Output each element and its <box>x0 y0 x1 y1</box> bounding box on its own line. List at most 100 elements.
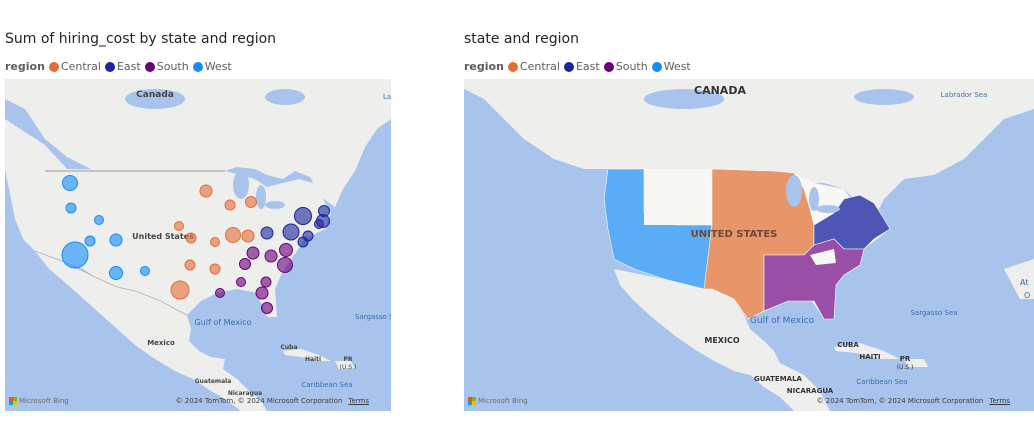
bubble-west[interactable] <box>65 202 77 214</box>
bubble-east[interactable] <box>260 226 274 240</box>
copyright: © 2024 TomTom, © 2024 Microsoft Corporat… <box>176 397 369 405</box>
bubble-east[interactable] <box>318 205 330 217</box>
bubble-west[interactable] <box>61 241 89 269</box>
legend-label: East <box>575 60 600 73</box>
bubble-central[interactable] <box>225 227 241 243</box>
legend-dot-icon <box>563 61 574 72</box>
legend-label: South <box>615 60 648 73</box>
microsoft-logo-icon <box>468 397 476 405</box>
pr-sub-label: (U.S.) <box>897 364 914 371</box>
usa-label: UNITED STATES <box>691 229 778 240</box>
sargasso-label: Sargasso Sea <box>910 309 957 317</box>
map-canvas[interactable]: CANADA Labrador Sea UNITED STATES Gulf of M… <box>464 79 1034 411</box>
bubble-map-visual[interactable]: Sum of hiring_cost by state and region r… <box>0 0 400 436</box>
bubble-central[interactable] <box>241 229 255 243</box>
caribbean-label: Caribbean Sea <box>856 378 907 386</box>
visual-title: state and region <box>464 31 579 47</box>
legend-dot-icon <box>48 61 59 72</box>
legend-item-west[interactable]: West <box>651 60 691 73</box>
copyright-text: © 2024 TomTom, © 2024 Microsoft Corporat… <box>175 397 343 405</box>
legend: region Central East South West <box>464 60 695 73</box>
usa-label: United States <box>132 232 194 241</box>
bubble-south[interactable] <box>215 288 225 298</box>
legend-label: South <box>156 60 189 73</box>
haiti-label: HAITI <box>859 353 880 361</box>
legend-label: East <box>116 60 141 73</box>
legend-label: Central <box>519 60 560 73</box>
canada-label: CANADA <box>694 84 746 97</box>
bubble-east[interactable] <box>302 230 314 242</box>
terms-link[interactable]: Terms <box>348 397 369 405</box>
microsoft-logo-icon <box>9 397 17 405</box>
bubble-central[interactable] <box>245 196 257 208</box>
bubble-east[interactable] <box>282 223 300 241</box>
terms-link[interactable]: Terms <box>989 397 1010 405</box>
copyright: © 2024 TomTom, © 2024 Microsoft Corporat… <box>817 397 1010 405</box>
mexico-label: MEXICO <box>704 336 739 345</box>
bubble-south[interactable] <box>260 276 272 288</box>
bing-attribution: Microsoft Bing <box>9 397 69 405</box>
guatemala-label: GUATEMALA <box>754 375 802 383</box>
legend-item-central[interactable]: Central <box>48 60 101 73</box>
legend-item-south[interactable]: South <box>144 60 189 73</box>
visual-title: Sum of hiring_cost by state and region <box>5 31 277 47</box>
filled-map-visual[interactable]: state and region region Central East Sou… <box>460 0 1034 436</box>
bing-attribution: Microsoft Bing <box>468 397 528 405</box>
bing-label: Microsoft Bing <box>19 397 69 405</box>
bubble-south[interactable] <box>239 258 251 270</box>
nicaragua-label: NICARAGUA <box>787 387 834 395</box>
legend-item-east[interactable]: East <box>563 60 600 73</box>
legend-label: Central <box>60 60 101 73</box>
legend-dot-icon <box>651 61 662 72</box>
bing-label: Microsoft Bing <box>478 397 528 405</box>
sargasso-label: Sargasso S <box>355 313 391 321</box>
bubble-west[interactable] <box>62 175 78 191</box>
legend-label: West <box>663 60 691 73</box>
map-canvas[interactable]: Canada La United States Gulf of Mexico Mexic… <box>5 79 391 411</box>
bubble-central[interactable] <box>184 259 196 271</box>
bubble-central[interactable] <box>170 280 190 300</box>
legend-dot-icon <box>603 61 614 72</box>
bubble-central[interactable] <box>174 221 184 231</box>
bubble-central[interactable] <box>199 184 213 198</box>
mexico-label: Mexico <box>147 339 175 347</box>
bubble-south[interactable] <box>264 249 278 263</box>
legend-label: West <box>204 60 232 73</box>
sea-label: La <box>383 93 391 101</box>
guatemala-label: Guatemala <box>195 378 232 385</box>
bubble-east[interactable] <box>314 219 324 229</box>
legend-dot-icon <box>144 61 155 72</box>
bubble-central[interactable] <box>185 232 197 244</box>
bubble-east[interactable] <box>294 207 312 225</box>
legend-dot-icon <box>507 61 518 72</box>
sea-label: At <box>1020 278 1028 287</box>
bubble-south[interactable] <box>236 277 246 287</box>
bubble-south[interactable] <box>277 257 293 273</box>
bubble-west[interactable] <box>84 235 96 247</box>
bubble-central[interactable] <box>209 263 221 275</box>
bubble-west[interactable] <box>94 215 104 225</box>
pr-label: PR <box>343 356 352 363</box>
bubble-south[interactable] <box>246 246 260 260</box>
copyright-text: © 2024 TomTom, © 2024 Microsoft Corporat… <box>816 397 984 405</box>
legend-item-central[interactable]: Central <box>507 60 560 73</box>
legend-item-east[interactable]: East <box>104 60 141 73</box>
bubble-central[interactable] <box>210 237 220 247</box>
legend-dot-icon <box>104 61 115 72</box>
legend-item-west[interactable]: West <box>192 60 232 73</box>
legend-item-south[interactable]: South <box>603 60 648 73</box>
bubble-south[interactable] <box>255 286 269 300</box>
bubble-west[interactable] <box>109 266 123 280</box>
gulf-label: Gulf of Mexico <box>750 316 815 326</box>
sea-label: O <box>1024 291 1030 300</box>
bubble-south[interactable] <box>279 243 293 257</box>
legend-title: region <box>464 60 504 73</box>
legend: region Central East South West <box>5 60 236 73</box>
bubble-central[interactable] <box>224 199 236 211</box>
bubble-west[interactable] <box>140 266 150 276</box>
bubble-south[interactable] <box>261 302 273 314</box>
labrador-label: Labrador Sea <box>941 91 988 99</box>
gulf-label: Gulf of Mexico <box>194 318 251 327</box>
bubble-west[interactable] <box>109 233 123 247</box>
legend-title: region <box>5 60 45 73</box>
